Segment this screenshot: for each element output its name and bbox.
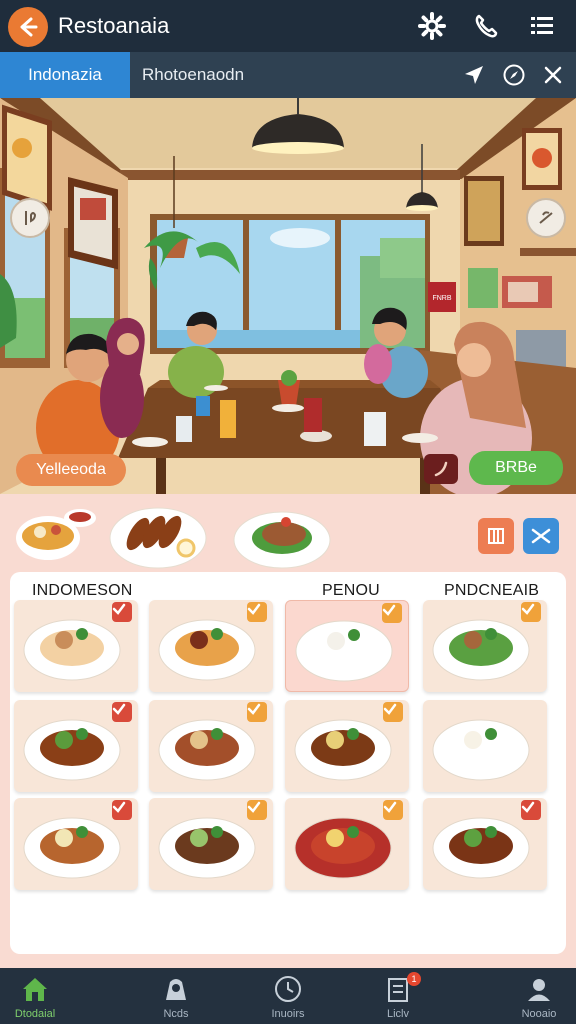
kitchen-tools-icon xyxy=(539,211,553,224)
sausage-plate-dish[interactable] xyxy=(423,798,547,890)
checked-icon[interactable] xyxy=(383,800,403,820)
nav-home[interactable]: Dtodaial xyxy=(0,968,80,1024)
shuffle-icon xyxy=(531,528,551,544)
tab-bar: Indonazia Rhotoenaodn xyxy=(0,52,576,98)
navigate-button[interactable] xyxy=(460,61,488,89)
noodle-bowl-dish[interactable] xyxy=(149,600,273,692)
preview-grilled-platter[interactable] xyxy=(232,504,332,570)
orders-badge: 1 xyxy=(407,972,421,986)
home-icon xyxy=(23,978,47,1001)
checked-icon[interactable] xyxy=(521,602,541,622)
clock-icon xyxy=(275,976,301,1002)
nav-profile-label: Nooaio xyxy=(521,1008,557,1020)
meatball-noodle-dish[interactable] xyxy=(285,700,409,792)
checked-icon[interactable] xyxy=(247,602,267,622)
preview-curry-bowl[interactable] xyxy=(14,504,98,568)
nav-history[interactable]: Inuoirs xyxy=(243,968,333,1024)
grid-icon xyxy=(488,528,504,544)
nav-foods-label: Ncds xyxy=(163,1008,189,1020)
nav-orders[interactable]: 1 Liclv xyxy=(353,968,443,1024)
scene-right-button[interactable]: BRBe xyxy=(469,451,563,485)
meatball-plate-dish[interactable] xyxy=(149,798,273,890)
checked-icon[interactable] xyxy=(112,702,132,722)
top-app-bar: Restoanaia xyxy=(0,0,576,52)
phone-icon xyxy=(475,14,498,38)
scene-left-button[interactable]: Yelleeoda xyxy=(16,454,126,486)
settings-button[interactable] xyxy=(416,10,448,42)
menu-button[interactable] xyxy=(526,10,558,42)
checked-icon[interactable] xyxy=(383,702,403,722)
nav-home-label: Dtodaial xyxy=(14,1008,56,1020)
back-arrow-icon xyxy=(20,17,38,37)
restaurant-illustration: FNRB xyxy=(0,98,576,494)
shuffle-button[interactable] xyxy=(523,518,559,554)
restaurant-scene: FNRB Yelleeoda BRBe xyxy=(0,98,576,494)
checked-icon[interactable] xyxy=(521,800,541,820)
food-icon xyxy=(166,979,186,1000)
nav-foods[interactable]: Ncds xyxy=(131,968,221,1024)
menu-panel: INDOMESON PENOU PNDCNEAIB xyxy=(0,494,576,968)
column-header-3: PNDCNEAIB xyxy=(444,582,540,599)
scene-right-hotspot[interactable] xyxy=(526,198,566,238)
compass-button[interactable] xyxy=(500,61,528,89)
checked-icon[interactable] xyxy=(382,603,402,623)
profile-icon xyxy=(528,979,550,1001)
checked-icon[interactable] xyxy=(112,800,132,820)
chili-icon xyxy=(434,461,448,477)
checked-icon[interactable] xyxy=(247,702,267,722)
steak-vegetable-dish[interactable] xyxy=(149,700,273,792)
kitchen-tools-icon xyxy=(25,211,37,225)
menu-list-icon xyxy=(531,17,553,34)
nav-profile[interactable]: Nooaio xyxy=(494,968,576,1024)
grid-view-button[interactable] xyxy=(478,518,514,554)
close-button[interactable] xyxy=(539,61,567,89)
rice-mound-dish[interactable] xyxy=(423,700,547,792)
gear-icon xyxy=(418,12,446,40)
dish-grid-card: INDOMESON PENOU PNDCNEAIB xyxy=(10,572,566,954)
tab-rhotoenaodn[interactable]: Rhotoenaodn xyxy=(142,65,244,85)
checked-icon[interactable] xyxy=(112,602,132,622)
bottom-navigation: Dtodaial Ncds Inuoirs 1 Liclv Nooaio xyxy=(0,968,576,1024)
grilled-meat-salad-dish[interactable] xyxy=(423,600,547,692)
checked-icon[interactable] xyxy=(247,800,267,820)
nav-orders-label: Liclv xyxy=(386,1008,409,1020)
close-icon xyxy=(544,66,562,84)
chili-button[interactable] xyxy=(424,454,458,484)
tab-indonazia[interactable]: Indonazia xyxy=(0,52,130,98)
sausage-rice-dish[interactable] xyxy=(14,700,138,792)
column-header-1: INDOMESON xyxy=(32,582,133,599)
mixed-platter-dish[interactable] xyxy=(14,798,138,890)
roast-chicken-dish[interactable] xyxy=(14,600,138,692)
nav-history-label: Inuoirs xyxy=(271,1008,305,1020)
rice-mound-dish-image xyxy=(432,719,530,781)
back-button[interactable] xyxy=(8,7,48,47)
wall-sign-text: FNRB xyxy=(432,295,451,302)
navigate-icon xyxy=(465,66,483,84)
white-rice-dish[interactable] xyxy=(285,600,409,692)
call-button[interactable] xyxy=(470,10,502,42)
app-title: Restoanaia xyxy=(58,13,170,38)
meatball-soup-dish[interactable] xyxy=(285,798,409,890)
compass-icon xyxy=(503,64,525,86)
column-header-2: PENOU xyxy=(322,582,380,599)
preview-sate-plate[interactable] xyxy=(108,504,208,570)
scene-left-hotspot[interactable] xyxy=(10,198,50,238)
